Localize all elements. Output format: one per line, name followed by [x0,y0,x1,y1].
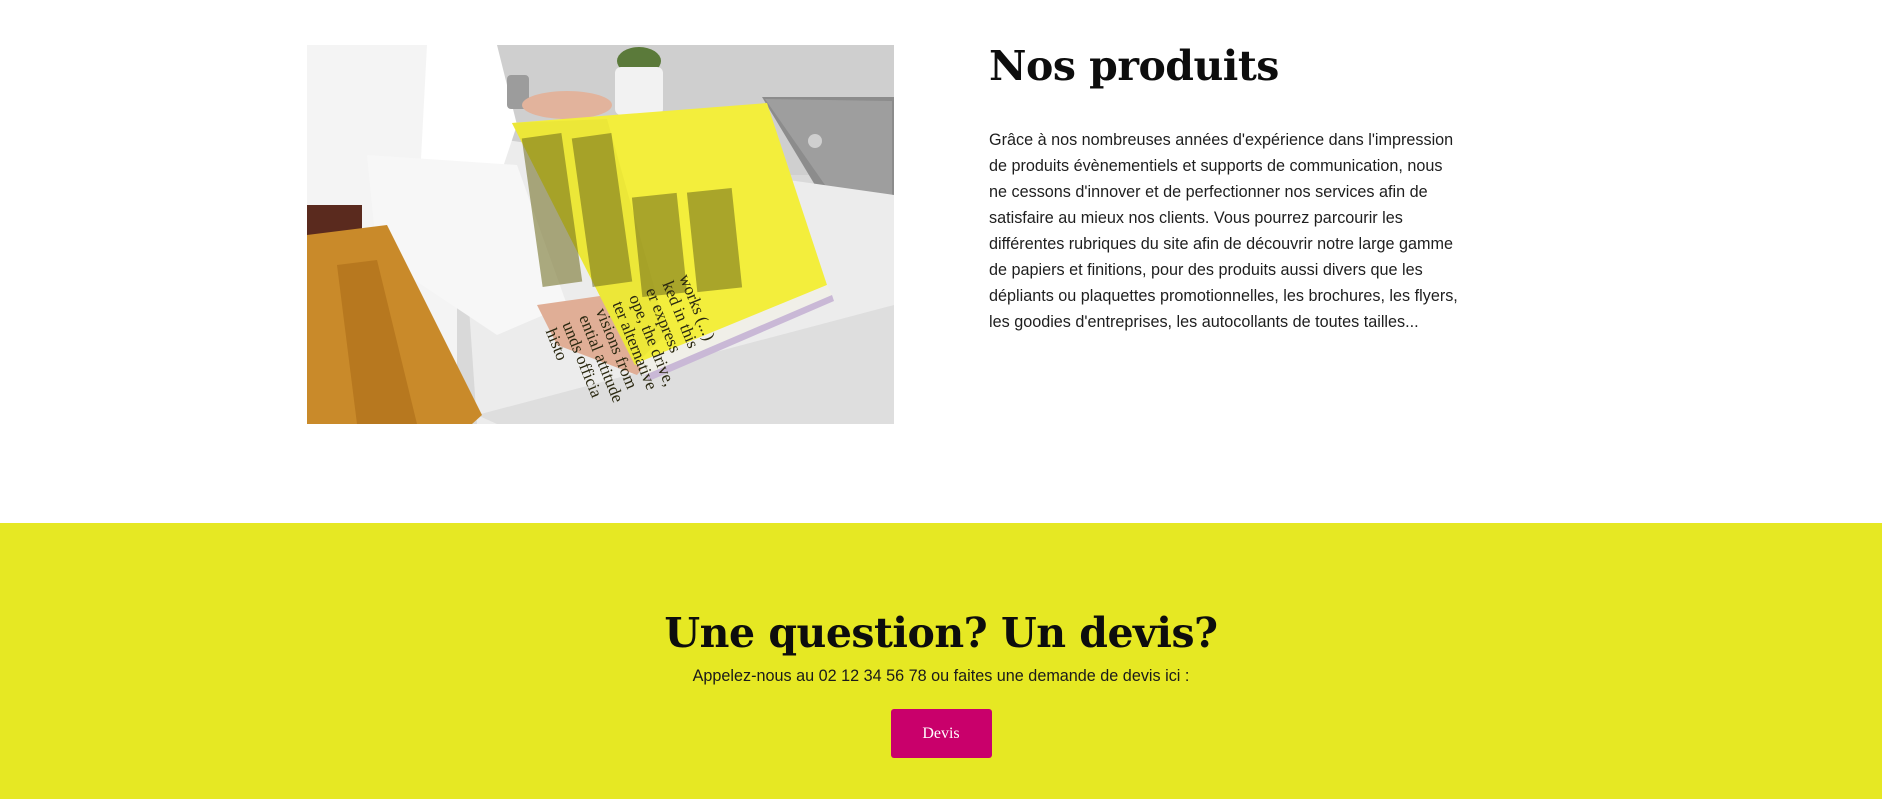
photo-person-reading-magazine-icon: works (...) ked in this er express ope, … [307,45,894,424]
products-section: works (...) ked in this er express ope, … [0,0,1882,523]
products-description: Grâce à nos nombreuses années d'expérien… [989,131,1458,331]
products-text-column: Nos produits Grâce à nos nombreuses anné… [989,40,1459,335]
cta-title: Une question? Un devis? [664,609,1218,657]
cta-phone-text: Appelez-nous au 02 12 34 56 78 ou faites… [692,667,1190,685]
contact-cta-section: Une question? Un devis? Appelez-nous au … [0,523,1882,799]
quote-button[interactable]: Devis [890,709,992,758]
products-heading: Nos produits [989,42,1279,90]
products-photo: works (...) ked in this er express ope, … [307,45,894,424]
